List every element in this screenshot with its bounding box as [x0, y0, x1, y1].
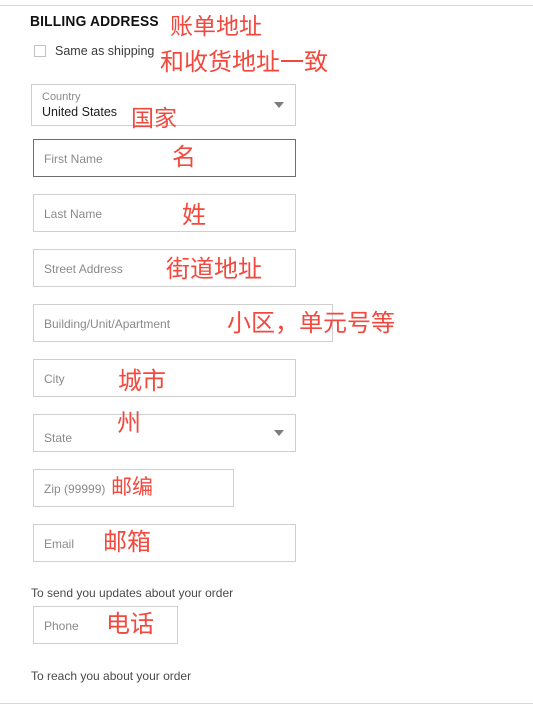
phone-input[interactable]: Phone [33, 606, 178, 644]
last-name-placeholder: Last Name [44, 207, 103, 221]
phone-hint: To reach you about your order [31, 669, 192, 683]
annotation-same-as-shipping: 和收货地址一致 [160, 48, 328, 76]
state-select[interactable]: State [33, 414, 296, 452]
country-value: United States [42, 105, 118, 119]
zip-placeholder: Zip (99999) [44, 482, 106, 496]
street-address-input[interactable]: Street Address [33, 249, 296, 287]
email-hint: To send you updates about your order [31, 586, 234, 600]
email-input[interactable]: Email [33, 524, 296, 562]
bottom-divider [0, 703, 533, 704]
street-address-placeholder: Street Address [44, 262, 123, 276]
page-title: BILLING ADDRESS [30, 13, 159, 30]
first-name-placeholder: First Name [44, 152, 103, 166]
email-placeholder: Email [44, 537, 75, 551]
top-divider [0, 5, 533, 6]
annotation-billing-address: 账单地址 [170, 14, 262, 40]
same-as-shipping-checkbox[interactable] [34, 45, 46, 58]
same-as-shipping-row[interactable]: Same as shipping [34, 45, 154, 58]
last-name-input[interactable]: Last Name [33, 194, 296, 232]
zip-input[interactable]: Zip (99999) [33, 469, 234, 507]
phone-placeholder: Phone [44, 619, 79, 633]
country-label: Country [42, 91, 81, 103]
chevron-down-icon [274, 430, 284, 436]
city-input[interactable]: City [33, 359, 296, 397]
state-placeholder: State [44, 431, 73, 445]
chevron-down-icon [274, 102, 284, 108]
country-select[interactable]: Country United States [31, 84, 296, 126]
billing-address-screen: BILLING ADDRESS Same as shipping Country… [0, 0, 533, 711]
building-unit-placeholder: Building/Unit/Apartment [44, 317, 171, 331]
same-as-shipping-label: Same as shipping [55, 44, 155, 58]
first-name-input[interactable]: First Name [33, 139, 296, 177]
building-unit-input[interactable]: Building/Unit/Apartment [33, 304, 333, 342]
city-placeholder: City [44, 372, 65, 386]
